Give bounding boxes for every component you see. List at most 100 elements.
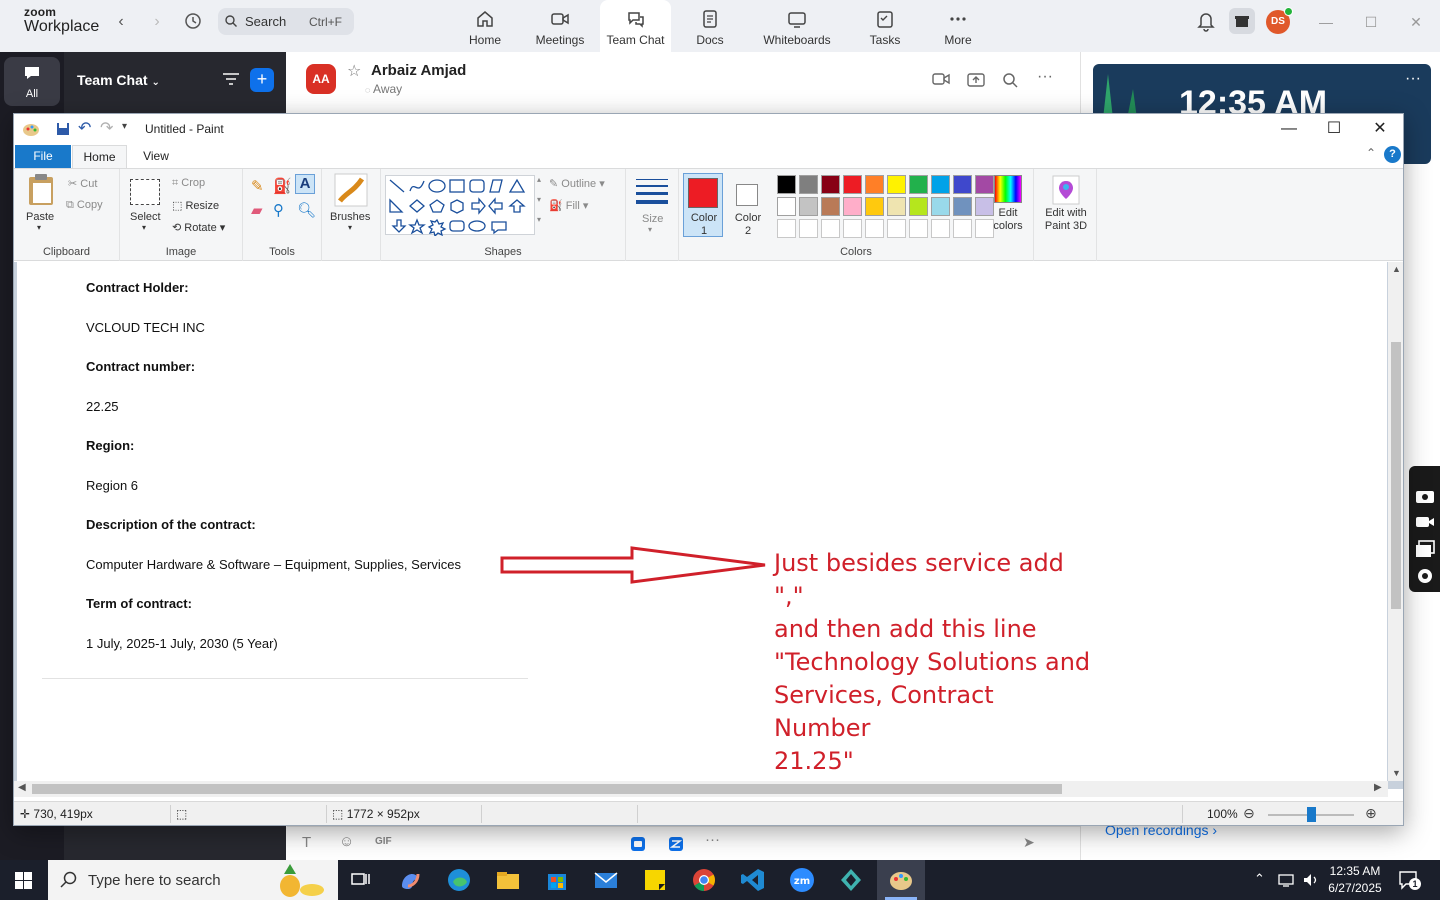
minimize-icon[interactable]: — bbox=[1316, 14, 1336, 30]
palette-swatch[interactable] bbox=[887, 175, 906, 194]
layers-icon[interactable] bbox=[1415, 540, 1435, 558]
scroll-right-icon[interactable]: ▶ bbox=[1374, 782, 1382, 793]
paint-close-icon[interactable]: ✕ bbox=[1365, 118, 1395, 140]
edit-colors-button[interactable]: Edit colors bbox=[987, 173, 1029, 239]
palette-swatch[interactable] bbox=[799, 175, 818, 194]
color1-button[interactable]: Color 1 bbox=[683, 173, 723, 237]
app-diamond-icon[interactable] bbox=[837, 866, 865, 894]
taskbar-search[interactable]: Type here to search bbox=[48, 860, 338, 900]
bell-icon[interactable] bbox=[1196, 10, 1216, 32]
edge-browser-icon[interactable] bbox=[445, 866, 473, 894]
zoom-taskbar-icon[interactable]: zm bbox=[788, 866, 816, 894]
shapes-scroll-up-icon[interactable]: ▴ bbox=[537, 175, 541, 184]
tab-whiteboards[interactable]: Whiteboards bbox=[762, 0, 832, 52]
microsoft-store-icon[interactable] bbox=[543, 866, 571, 894]
shapes-more-icon[interactable]: ▾ bbox=[537, 215, 541, 224]
more-options-icon[interactable]: ··· bbox=[1037, 68, 1053, 86]
gif-icon[interactable]: GIF bbox=[375, 836, 392, 847]
new-chat-button[interactable]: + bbox=[250, 68, 274, 92]
vertical-scroll-thumb[interactable] bbox=[1391, 342, 1401, 609]
volume-icon[interactable] bbox=[1302, 872, 1320, 888]
palette-swatch[interactable] bbox=[909, 197, 928, 216]
drawing-canvas[interactable]: Contract Holder: VCLOUD TECH INC Contrac… bbox=[17, 262, 1387, 781]
paint-taskbar-button[interactable] bbox=[877, 860, 925, 900]
tab-tasks[interactable]: Tasks bbox=[866, 0, 904, 52]
tab-more[interactable]: More bbox=[940, 0, 976, 52]
rotate-button[interactable]: ⟲ Rotate ▾ bbox=[172, 221, 225, 234]
user-avatar[interactable]: DS bbox=[1266, 7, 1293, 34]
tab-file[interactable]: File bbox=[15, 145, 71, 168]
palette-swatch-empty[interactable] bbox=[931, 219, 950, 238]
palette-swatch[interactable] bbox=[843, 197, 862, 216]
color-picker-icon[interactable]: ⚲ bbox=[273, 201, 284, 219]
fill-button[interactable]: ⛽ Fill ▾ bbox=[549, 199, 588, 212]
tab-meetings[interactable]: Meetings bbox=[532, 0, 588, 52]
pencil-icon[interactable]: ✎ bbox=[251, 177, 264, 195]
contact-name[interactable]: Arbaiz Amjad bbox=[371, 62, 466, 79]
tab-home[interactable]: Home bbox=[462, 0, 508, 52]
more-composer-icon[interactable]: ··· bbox=[705, 831, 720, 848]
brushes-button[interactable]: Brushes ▾ bbox=[328, 173, 374, 235]
scroll-down-icon[interactable]: ▼ bbox=[1392, 768, 1401, 778]
palette-swatch-empty[interactable] bbox=[865, 219, 884, 238]
fill-bucket-icon[interactable]: ⛽ bbox=[273, 177, 292, 195]
format-text-icon[interactable]: T bbox=[302, 834, 311, 851]
help-icon[interactable]: ? bbox=[1384, 146, 1401, 163]
palette-swatch-empty[interactable] bbox=[953, 219, 972, 238]
palette-swatch[interactable] bbox=[865, 197, 884, 216]
palette-swatch[interactable] bbox=[843, 175, 862, 194]
camera-icon[interactable] bbox=[1415, 488, 1435, 504]
palette-swatch-empty[interactable] bbox=[909, 219, 928, 238]
zoom-app-icon-2[interactable] bbox=[668, 836, 684, 852]
chrome-icon[interactable] bbox=[690, 866, 718, 894]
notification-center-button[interactable]: 1 bbox=[1398, 870, 1421, 890]
zoom-in-icon[interactable]: ⊕ bbox=[1365, 805, 1377, 822]
taskbar-clock[interactable]: 12:35 AM 6/27/2025 bbox=[1322, 863, 1388, 897]
apps-button[interactable] bbox=[1229, 8, 1255, 34]
outline-button[interactable]: ✎ Outline ▾ bbox=[549, 177, 605, 190]
horizontal-scrollbar[interactable]: ◀ ▶ bbox=[14, 781, 1388, 797]
customize-qat-icon[interactable]: ▾ bbox=[122, 121, 127, 132]
task-view-icon[interactable] bbox=[346, 866, 374, 894]
collapse-ribbon-icon[interactable]: ⌃ bbox=[1366, 146, 1376, 160]
search-chat-icon[interactable] bbox=[1002, 72, 1018, 88]
paint-minimize-icon[interactable]: — bbox=[1274, 118, 1304, 140]
palette-swatch-empty[interactable] bbox=[887, 219, 906, 238]
cut-button[interactable]: ✂ Cut bbox=[68, 177, 97, 190]
vertical-scrollbar[interactable]: ▲ ▼ bbox=[1388, 262, 1403, 781]
star-icon[interactable]: ☆ bbox=[347, 61, 361, 81]
forward-arrow-icon[interactable]: › bbox=[147, 12, 167, 32]
palette-swatch[interactable] bbox=[953, 175, 972, 194]
tab-home-paint[interactable]: Home bbox=[72, 145, 127, 168]
settings-gear-icon[interactable] bbox=[1415, 566, 1435, 586]
scroll-left-icon[interactable]: ◀ bbox=[18, 782, 26, 793]
palette-swatch-empty[interactable] bbox=[777, 219, 796, 238]
undo-icon[interactable]: ↶ bbox=[78, 118, 91, 138]
share-screen-icon[interactable] bbox=[967, 72, 985, 88]
vscode-icon[interactable] bbox=[739, 866, 767, 894]
save-icon[interactable] bbox=[56, 122, 70, 136]
video-call-icon[interactable] bbox=[932, 72, 950, 86]
edit-with-paint3d-button[interactable]: Edit with Paint 3D bbox=[1038, 173, 1094, 239]
zoom-app-icon-1[interactable] bbox=[630, 836, 646, 852]
sticky-notes-icon[interactable] bbox=[641, 866, 669, 894]
contact-avatar[interactable]: AA bbox=[306, 64, 336, 94]
palette-swatch[interactable] bbox=[777, 175, 796, 194]
size-button[interactable]: Size ▾ bbox=[632, 177, 672, 237]
mail-icon[interactable] bbox=[592, 866, 620, 894]
shapes-scroll-down-icon[interactable]: ▾ bbox=[537, 195, 541, 204]
paste-button[interactable]: Paste ▾ bbox=[22, 173, 60, 235]
paint-maximize-icon[interactable]: ☐ bbox=[1319, 118, 1349, 140]
text-tool-icon[interactable]: A bbox=[295, 174, 315, 194]
zoom-slider-thumb[interactable] bbox=[1306, 807, 1316, 822]
palette-swatch-empty[interactable] bbox=[799, 219, 818, 238]
send-icon[interactable]: ➤ bbox=[1023, 834, 1035, 851]
palette-swatch-empty[interactable] bbox=[821, 219, 840, 238]
palette-swatch[interactable] bbox=[887, 197, 906, 216]
color2-button[interactable]: Color 2 bbox=[727, 173, 767, 237]
palette-swatch[interactable] bbox=[799, 197, 818, 216]
magnifier-icon[interactable]: 🔍︎ bbox=[297, 201, 316, 219]
emoji-icon[interactable]: ☺ bbox=[339, 833, 354, 850]
palette-swatch-empty[interactable] bbox=[843, 219, 862, 238]
copy-button[interactable]: ⧉ Copy bbox=[66, 199, 103, 212]
